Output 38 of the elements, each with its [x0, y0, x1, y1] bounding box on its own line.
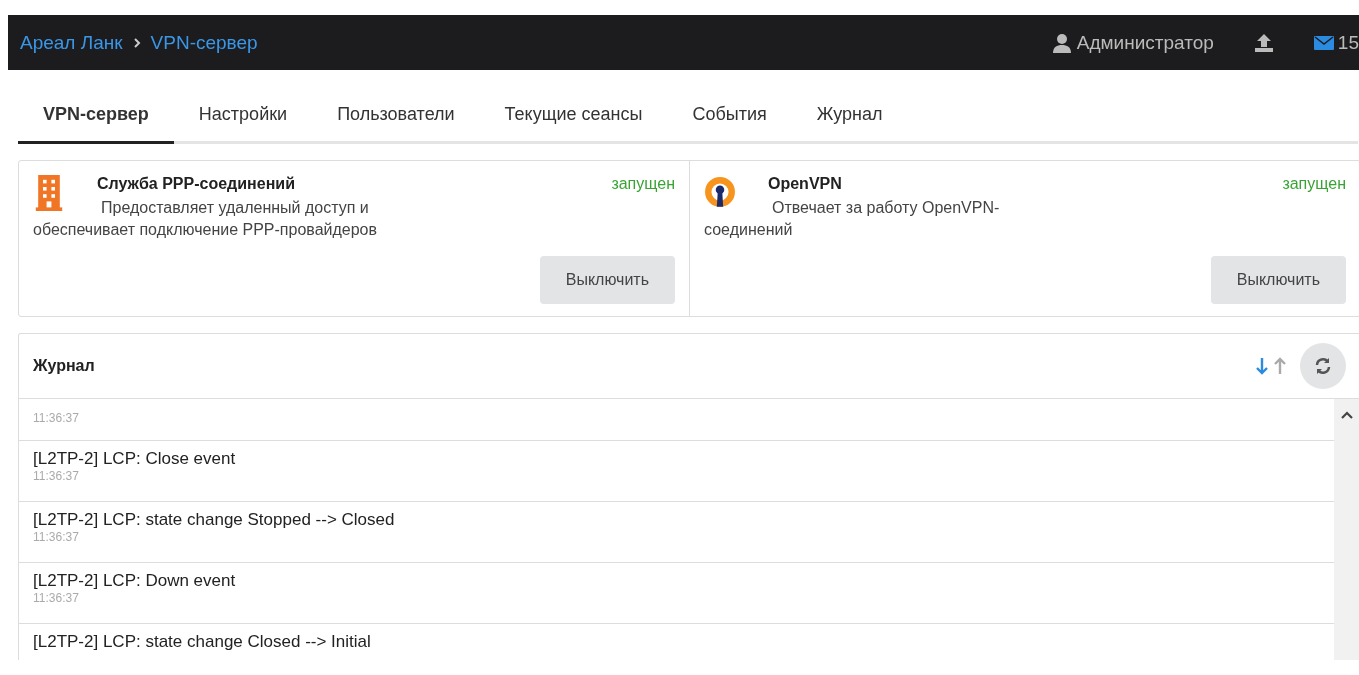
- chevron-icon: [132, 37, 141, 48]
- log-title: Журнал: [33, 356, 96, 375]
- refresh-button[interactable]: [1300, 342, 1346, 389]
- log-time: 11:36:37: [33, 410, 80, 425]
- tab[interactable]: Пользователи: [312, 95, 480, 144]
- service-description: Предоставляет удаленный доступ и обеспечивает подключение PPP-провайдеров: [33, 198, 378, 241]
- sort-arrow-icon[interactable]: [1256, 356, 1268, 375]
- disable-button[interactable]: Выключить: [1210, 255, 1346, 304]
- status-label: запущен: [611, 175, 675, 193]
- user-menu[interactable]: Администратор: [1050, 31, 1214, 54]
- tab[interactable]: Текущие сеансы: [479, 95, 668, 144]
- log-message: [L2TP-2] LCP: Down event: [33, 570, 237, 591]
- log-time: 11:36:37: [33, 529, 80, 544]
- refresh-icon: [1313, 355, 1333, 376]
- tab[interactable]: События: [667, 95, 792, 144]
- log-message: [L2TP-2] LCP: state change Closed --> Initial: [33, 631, 372, 652]
- service-description: Отвечает за работу OpenVPN-соединений: [704, 198, 1001, 241]
- service-title: OpenVPN: [768, 175, 843, 193]
- messages-link[interactable]: 15: [1313, 31, 1359, 54]
- tab[interactable]: Настройки: [173, 95, 313, 144]
- chevron-up-icon: [1341, 410, 1353, 419]
- tab[interactable]: VPN-сервер: [18, 95, 174, 144]
- service-title: Служба PPP-соединений: [97, 175, 296, 193]
- sort-arrow-icon[interactable]: [1274, 356, 1286, 375]
- log-message: [L2TP-2] LCP: Close event: [33, 448, 237, 469]
- envelope-icon: [1313, 35, 1334, 50]
- user-icon: [1050, 32, 1073, 53]
- log-message: [L2TP-2] LCP: state change Stopped --> Closed: [33, 509, 396, 530]
- disable-button[interactable]: Выключить: [539, 255, 675, 304]
- tab[interactable]: Журнал: [791, 95, 908, 144]
- scrollbar[interactable]: [1334, 398, 1359, 660]
- building-icon: [33, 175, 65, 211]
- breadcrumb-link[interactable]: Ареал Ланк: [20, 31, 123, 54]
- breadcrumb-link[interactable]: VPN-сервер: [150, 31, 258, 54]
- log-time: 11:36:37: [33, 468, 80, 483]
- status-label: запущен: [1282, 175, 1346, 193]
- log-time: 11:36:37: [33, 590, 80, 605]
- upload-icon[interactable]: [1253, 32, 1274, 53]
